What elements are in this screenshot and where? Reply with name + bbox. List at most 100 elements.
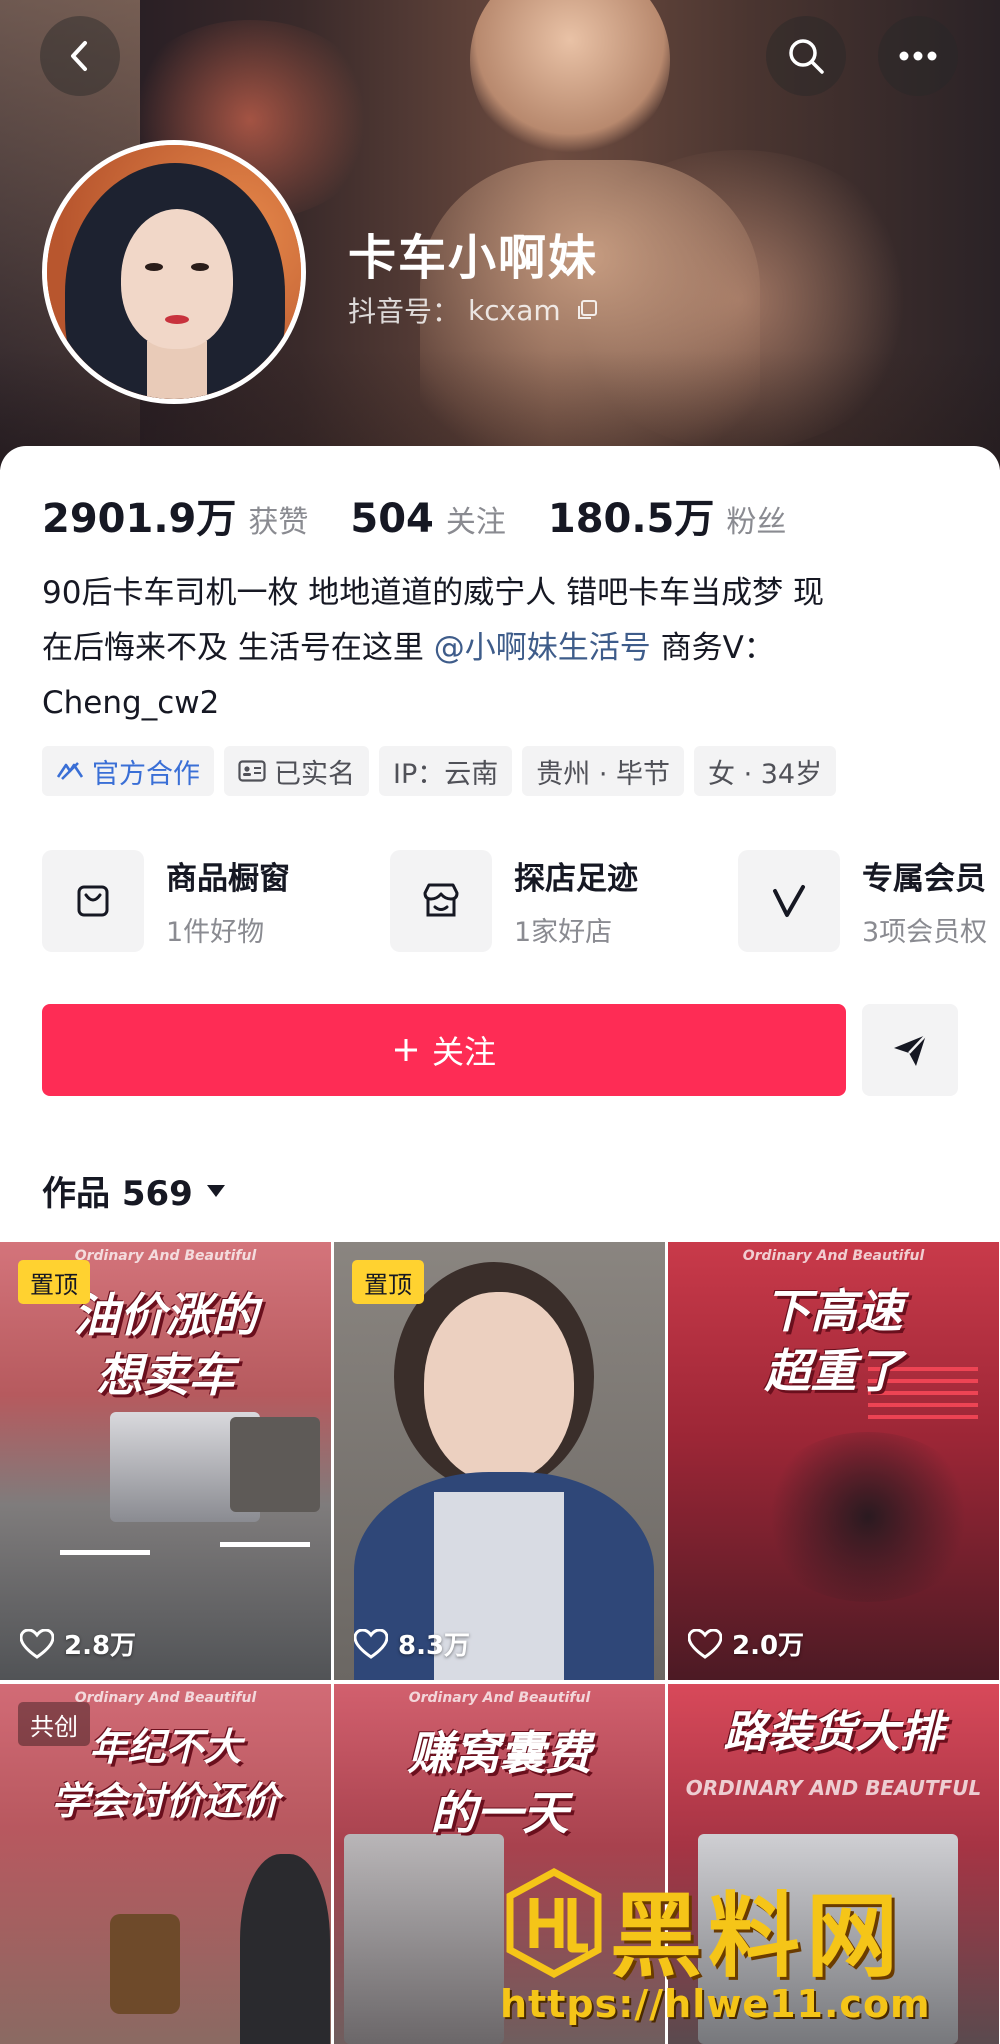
id-card-icon — [238, 760, 266, 782]
bio-line: 90后卡车司机一枚 地地道道的威宁人 错吧卡车当成梦 现 — [42, 575, 825, 611]
tile-caption: 想卖车 — [96, 1348, 235, 1402]
service-icon-box — [738, 850, 840, 952]
tile-likes: 2.8万 — [20, 1625, 136, 1662]
road-line — [220, 1542, 310, 1547]
profile-header: 卡车小啊妹 抖音号： kcxam — [0, 0, 1000, 470]
stat-label: 关注 — [445, 505, 506, 540]
services-row: 商品橱窗 1件好物 探店足迹 1家好店 专属会员 3项会员权 — [42, 850, 1000, 952]
tag-label: 已实名 — [274, 758, 355, 790]
person-illustration — [240, 1854, 330, 2044]
shopping-bag-icon — [77, 885, 109, 917]
chevron-left-icon — [71, 41, 87, 71]
douyin-id-label: 抖音号： — [348, 295, 461, 328]
bio-line: 在后悔来不及 生活号在这里 @小啊妹生活号 商务V： — [42, 621, 972, 676]
search-button[interactable] — [766, 16, 846, 96]
service-icon-box — [42, 850, 144, 952]
stat-label: 粉丝 — [726, 505, 787, 540]
road-line — [60, 1550, 150, 1555]
more-dots-icon — [899, 51, 937, 61]
copy-icon[interactable] — [575, 298, 599, 322]
profile-tags: 官方合作 已实名 IP：云南 贵州 · 毕节 女 · 34岁 — [42, 746, 837, 796]
follow-label: 关注 — [431, 1033, 496, 1071]
stat-followers[interactable]: 180.5万 粉丝 — [548, 486, 787, 544]
store-icon — [423, 883, 459, 917]
bio-text: 商务V： — [650, 630, 775, 666]
service-text: 商品橱窗 1件好物 — [166, 853, 290, 949]
service-icon-box — [390, 850, 492, 952]
follow-button[interactable]: 关注 — [42, 1004, 846, 1096]
profile-card: 2901.9万 获赞 504 关注 180.5万 粉丝 90后卡车司机一枚 地地… — [0, 446, 1000, 1246]
truck-illustration — [344, 1834, 504, 2044]
tile-caption: 的一天 — [430, 1786, 569, 1840]
tag-label: 贵州 · 毕节 — [536, 758, 670, 790]
stat-value: 504 — [350, 496, 434, 542]
service-shop-window[interactable]: 商品橱窗 1件好物 — [42, 850, 390, 952]
pinned-badge: 置顶 — [352, 1260, 424, 1304]
tile-likes: 2.0万 — [688, 1625, 804, 1662]
bio-line: Cheng_cw2 — [42, 685, 220, 721]
tile-eyebrow: Ordinary And Beautiful — [408, 1690, 591, 1706]
avatar-face — [121, 209, 233, 349]
bag-illustration — [110, 1914, 180, 2014]
tile-caption: 超重了 — [764, 1344, 903, 1398]
service-subtitle: 3项会员权 — [862, 917, 988, 948]
tag-official-partner[interactable]: 官方合作 — [42, 746, 214, 796]
stat-label: 获赞 — [248, 505, 309, 540]
search-icon — [789, 39, 824, 74]
likes-count: 8.3万 — [398, 1631, 471, 1661]
tag-verified: 已实名 — [224, 746, 369, 796]
pinned-badge: 置顶 — [18, 1260, 90, 1304]
works-tab[interactable]: 作品 569 — [42, 1166, 227, 1215]
tile-likes: 8.3万 — [354, 1625, 470, 1662]
stat-likes[interactable]: 2901.9万 获赞 — [42, 486, 308, 544]
tag-gender-age: 女 · 34岁 — [694, 746, 837, 796]
stat-following[interactable]: 504 关注 — [350, 496, 506, 542]
video-tile[interactable]: Ordinary And Beautiful 油价涨的 想卖车 置顶 2.8万 — [0, 1242, 331, 1680]
avatar-neck — [147, 341, 207, 399]
tag-label: 女 · 34岁 — [708, 758, 823, 790]
send-icon — [894, 1034, 927, 1066]
header-background-figure-head — [470, 0, 670, 160]
works-label: 作品 569 — [42, 1174, 193, 1214]
service-subtitle: 1家好店 — [514, 917, 613, 948]
avatar[interactable] — [42, 140, 306, 404]
douyin-id[interactable]: 抖音号： kcxam — [348, 290, 599, 330]
tag-location: 贵州 · 毕节 — [522, 746, 684, 796]
share-button[interactable] — [862, 1004, 958, 1096]
person-face — [424, 1292, 574, 1482]
service-text: 探店足迹 1家好店 — [514, 853, 638, 949]
watermark: 黑料网 https://hlwe11.com — [500, 1862, 1000, 2044]
service-membership[interactable]: 专属会员 3项会员权 — [738, 850, 1000, 952]
watermark-brand: 黑料网 — [610, 1883, 905, 1990]
video-tile[interactable]: 置顶 8.3万 — [334, 1242, 665, 1680]
watermark-logo — [506, 1868, 602, 1978]
service-title: 专属会员 — [862, 861, 986, 897]
bio-mention-link[interactable]: @小啊妹生活号 — [434, 630, 651, 666]
avatar-eye — [191, 263, 209, 271]
video-tile[interactable]: Ordinary And Beautiful 下高速 超重了 2.0万 — [668, 1242, 999, 1680]
plus-icon — [394, 1039, 417, 1061]
tree-silhouette — [758, 1432, 978, 1602]
profile-name: 卡车小啊妹 — [348, 230, 599, 286]
back-button[interactable] — [40, 16, 120, 96]
handshake-icon — [56, 762, 84, 780]
tag-ip: IP：云南 — [379, 746, 513, 796]
video-tile[interactable]: Ordinary And Beautiful 年纪不大 学会讨价还价 共创 — [0, 1684, 331, 2044]
heart-icon — [20, 1628, 54, 1659]
truck-trailer — [230, 1417, 320, 1512]
vip-v-icon — [773, 885, 805, 917]
co-creation-badge: 共创 — [18, 1702, 90, 1746]
avatar-eye — [145, 263, 163, 271]
stat-value: 2901.9万 — [42, 496, 237, 542]
tile-caption: 下高速 — [764, 1284, 903, 1338]
heart-icon — [688, 1628, 722, 1659]
tile-caption: 赚窝囊费 — [407, 1726, 592, 1780]
service-store-visits[interactable]: 探店足迹 1家好店 — [390, 850, 738, 952]
watermark-url: https://hlwe11.com — [500, 1982, 931, 2026]
more-button[interactable] — [878, 16, 958, 96]
avatar-lips — [165, 315, 189, 324]
heart-icon — [354, 1628, 388, 1659]
bio-text: 在后悔来不及 生活号在这里 — [42, 630, 434, 666]
service-title: 商品橱窗 — [166, 861, 290, 897]
tile-eyebrow: ORDINARY AND BEAUTFUL — [685, 1776, 982, 1800]
